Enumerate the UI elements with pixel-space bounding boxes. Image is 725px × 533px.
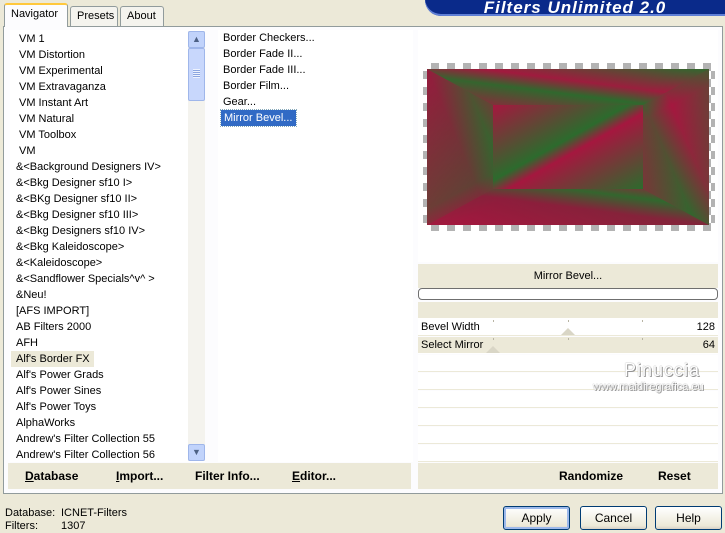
watermark-name: Pinuccia [624, 360, 701, 380]
param-row-bevel-width[interactable]: Bevel Width 128 [418, 319, 718, 336]
category-item[interactable]: VM 1 [11, 31, 204, 47]
param-value: 64 [702, 339, 715, 351]
category-item[interactable]: VM Experimental [11, 63, 204, 79]
scroll-thumb[interactable] [188, 48, 205, 101]
category-scrollbar[interactable]: ▲ ▼ [188, 31, 205, 461]
slider-thumb[interactable] [486, 346, 500, 353]
category-item[interactable]: [AFS IMPORT] [11, 303, 204, 319]
param-row-select-mirror[interactable]: Select Mirror 64 [418, 337, 718, 354]
filters-count-label: Filters: [5, 520, 38, 532]
category-item[interactable]: VM Extravaganza [11, 79, 204, 95]
category-item[interactable]: &<Kaleidoscope> [11, 255, 204, 271]
select-mirror-slider[interactable] [486, 337, 643, 353]
watermark-url: www.maidiregrafica.eu [593, 381, 704, 393]
category-item[interactable]: &<Background Designers IV> [11, 159, 204, 175]
filters-count-value: 1307 [61, 520, 86, 532]
filter-name-label: Mirror Bevel... [418, 264, 718, 288]
progress-bar [418, 288, 718, 300]
tab-about[interactable]: About [120, 6, 164, 26]
category-list[interactable]: VM 1 VM Distortion VM Experimental VM Extra… [10, 30, 205, 462]
category-item[interactable]: VM Natural [11, 111, 204, 127]
database-button[interactable]: Database [25, 469, 78, 483]
reset-button[interactable]: Reset [658, 469, 691, 483]
category-item[interactable]: &<BKg Designer sf10 II> [11, 191, 204, 207]
category-item[interactable]: VM Distortion [11, 47, 204, 63]
help-button[interactable]: Help [655, 506, 722, 530]
category-item[interactable]: &<Bkg Designer sf10 I> [11, 175, 204, 191]
filter-item[interactable]: Border Film... [218, 78, 413, 94]
tab-navigator[interactable]: Navigator [4, 3, 68, 27]
param-row-empty [418, 391, 718, 408]
editor-button[interactable]: Editor... [292, 469, 336, 483]
param-value: 128 [696, 321, 715, 333]
category-item[interactable]: &Neu! [11, 287, 204, 303]
bevel-width-slider[interactable] [493, 319, 643, 335]
category-item[interactable]: VM Instant Art [11, 95, 204, 111]
left-toolbar: Database Import... Filter Info... Editor… [8, 463, 411, 489]
app-title-banner: Filters Unlimited 2.0 [425, 0, 725, 16]
category-item[interactable]: &<Bkg Designers sf10 IV> [11, 223, 204, 239]
category-item[interactable]: Andrew's Filter Collection 56 [11, 447, 204, 461]
right-toolbar: Randomize Reset [418, 463, 718, 489]
category-item[interactable]: Alf's Power Sines [11, 383, 204, 399]
filter-item[interactable]: Border Fade III... [218, 62, 413, 78]
preview-image [423, 63, 715, 231]
category-item[interactable]: &<Bkg Kaleidoscope> [11, 239, 204, 255]
filter-item[interactable]: Mirror Bevel... [219, 109, 298, 127]
category-item[interactable]: AlphaWorks [11, 415, 204, 431]
category-item[interactable]: VM Toolbox [11, 127, 204, 143]
param-row-empty [418, 445, 718, 462]
param-label: Bevel Width [421, 321, 480, 333]
category-item[interactable]: Alf's Border FX [11, 351, 94, 367]
database-status-label: Database: [5, 507, 56, 519]
category-item[interactable]: AFH [11, 335, 204, 351]
filter-item[interactable]: Border Checkers... [218, 30, 413, 46]
category-item[interactable]: Alf's Power Toys [11, 399, 204, 415]
apply-button[interactable]: Apply [503, 506, 570, 530]
category-item[interactable]: Alf's Power Grads [11, 367, 204, 383]
category-item[interactable]: &<Sandflower Specials^v^ > [11, 271, 204, 287]
category-item[interactable]: &<Bkg Designer sf10 III> [11, 207, 204, 223]
filter-list[interactable]: Border Checkers... Border Fade II... Borde… [218, 30, 413, 462]
filter-item[interactable]: Gear... [218, 94, 413, 110]
scroll-down-icon[interactable]: ▼ [188, 444, 205, 461]
mirror-bevel-preview-graphic [427, 69, 709, 225]
category-item[interactable]: VM [11, 143, 204, 159]
param-spacer [418, 302, 718, 319]
cancel-button[interactable]: Cancel [580, 506, 647, 530]
scroll-up-icon[interactable]: ▲ [188, 31, 205, 48]
category-item[interactable]: Andrew's Filter Collection 55 [11, 431, 204, 447]
import-button[interactable]: Import... [116, 469, 163, 483]
filter-item[interactable]: Border Fade II... [218, 46, 413, 62]
slider-thumb[interactable] [561, 328, 575, 335]
param-row-empty [418, 409, 718, 426]
randomize-button[interactable]: Randomize [559, 469, 623, 483]
database-status-value: ICNET-Filters [61, 507, 127, 519]
filter-info-button[interactable]: Filter Info... [195, 469, 260, 483]
tab-presets[interactable]: Presets [70, 6, 118, 26]
param-label: Select Mirror [421, 339, 484, 351]
category-item[interactable]: AB Filters 2000 [11, 319, 204, 335]
param-row-empty [418, 427, 718, 444]
